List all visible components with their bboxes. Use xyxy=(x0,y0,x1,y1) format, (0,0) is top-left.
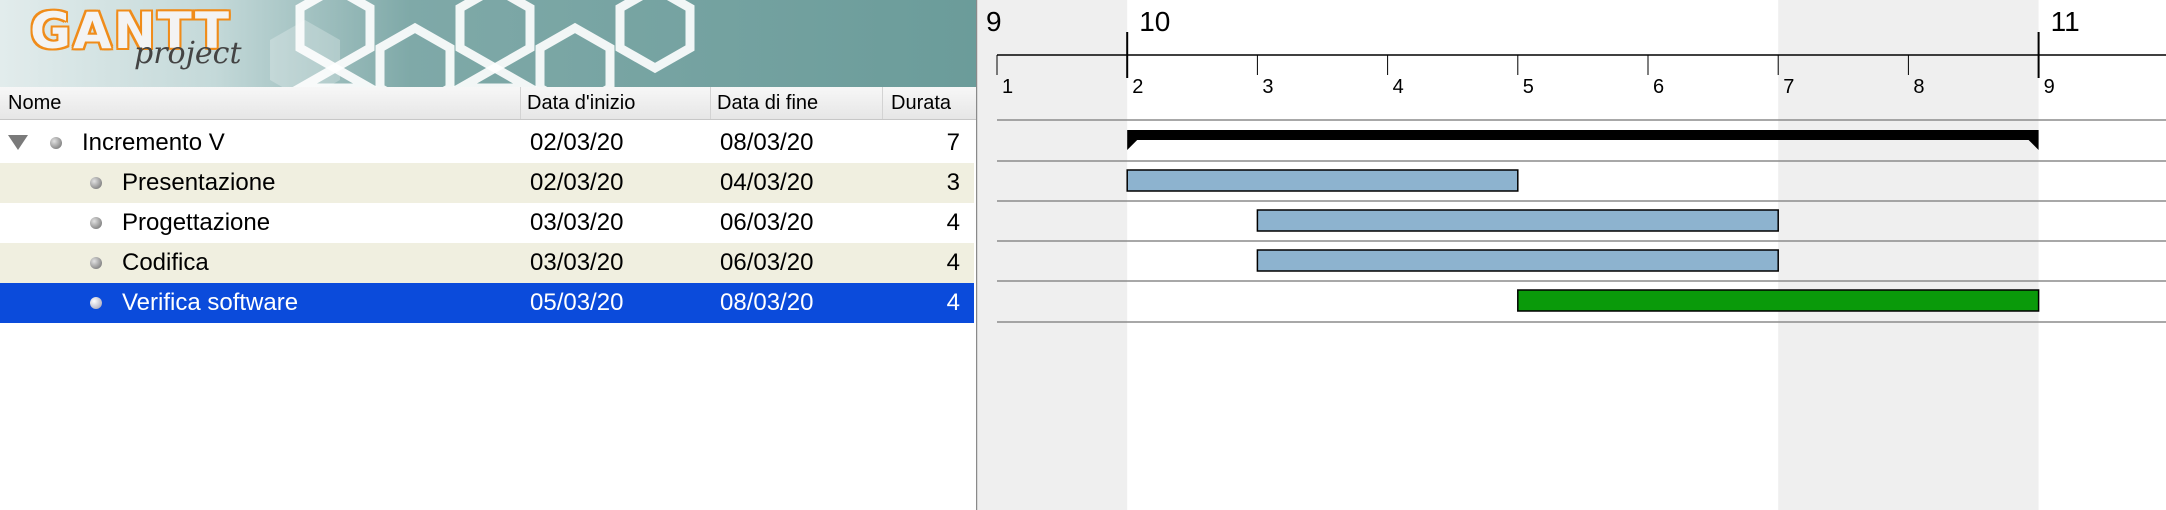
day-number-label: 6 xyxy=(1653,76,1664,98)
column-header-name[interactable]: Nome xyxy=(0,87,520,119)
task-name: Verifica software xyxy=(122,289,299,316)
task-name: Incremento V xyxy=(82,129,225,156)
task-bullet-icon xyxy=(90,217,102,229)
day-number-label: 9 xyxy=(2044,76,2055,98)
table-header: Nome Data d'inizio Data di fine Durata xyxy=(0,87,976,120)
task-start-date: 03/03/20 xyxy=(530,249,624,276)
task-name: Presentazione xyxy=(122,169,276,196)
task-end-date: 08/03/20 xyxy=(720,289,814,316)
task-duration: 4 xyxy=(946,249,960,276)
task-start-date: 02/03/20 xyxy=(530,129,624,156)
task-row[interactable]: Progettazione 03/03/20 06/03/20 4 xyxy=(0,203,974,243)
task-start-date: 02/03/20 xyxy=(530,169,624,196)
weekend-shade xyxy=(1778,0,2039,510)
day-number-label: 2 xyxy=(1132,76,1143,98)
task-table-panel: GANTT project Nome Data d'inizio Data di… xyxy=(0,0,976,510)
week-number-label: 10 xyxy=(1139,6,1170,37)
gantt-chart-canvas[interactable]: 9 10 111 2 3 4 5 6 7 8 9 xyxy=(978,0,2166,510)
task-bullet-icon xyxy=(50,137,62,149)
day-number-label: 1 xyxy=(1002,76,1013,98)
task-name: Codifica xyxy=(122,249,209,276)
column-header-duration[interactable]: Durata xyxy=(882,87,976,119)
task-duration: 3 xyxy=(946,169,960,196)
task-bullet-icon xyxy=(90,177,102,189)
collapse-triangle-icon[interactable] xyxy=(8,135,28,150)
weekend-shade xyxy=(978,0,1128,510)
task-row[interactable]: Codifica 03/03/20 06/03/20 4 xyxy=(0,243,974,283)
task-end-date: 04/03/20 xyxy=(720,169,814,196)
gantt-chart-panel[interactable]: 9 10 11 1 2 3 4 5 6 7 8 9 xyxy=(978,0,2166,510)
task-end-date: 08/03/20 xyxy=(720,129,814,156)
task-end-date: 06/03/20 xyxy=(720,209,814,236)
task-bar[interactable] xyxy=(1126,169,1519,192)
task-start-date: 03/03/20 xyxy=(530,209,624,236)
task-duration: 4 xyxy=(946,289,960,316)
task-bullet-icon xyxy=(90,297,102,309)
task-row[interactable]: Incremento V 02/03/20 08/03/20 7 xyxy=(0,123,974,163)
task-bullet-icon xyxy=(90,257,102,269)
day-number-label: 5 xyxy=(1523,76,1534,98)
task-bar-selected[interactable] xyxy=(1517,289,2040,312)
task-row[interactable]: Presentazione 02/03/20 04/03/20 3 xyxy=(0,163,974,203)
logo-project-text: project xyxy=(134,36,242,71)
column-header-start-date[interactable]: Data d'inizio xyxy=(520,87,710,119)
task-duration: 4 xyxy=(946,209,960,236)
day-number-label: 4 xyxy=(1393,76,1404,98)
task-row-selected[interactable]: Verifica software 05/03/20 08/03/20 4 xyxy=(0,283,974,323)
task-bar[interactable] xyxy=(1256,209,1779,232)
day-number-label: 3 xyxy=(1262,76,1273,98)
task-end-date: 06/03/20 xyxy=(720,249,814,276)
day-number-label: 8 xyxy=(1913,76,1924,98)
ganttproject-banner: GANTT project xyxy=(0,0,976,87)
task-name: Progettazione xyxy=(122,209,271,236)
day-number-label: 7 xyxy=(1783,76,1794,98)
task-start-date: 05/03/20 xyxy=(530,289,624,316)
summary-task-bar[interactable] xyxy=(1127,130,2039,140)
week-number-label: 9 xyxy=(986,6,1002,37)
week-number-label: 11 xyxy=(2051,6,2080,37)
column-header-end-date[interactable]: Data di fine xyxy=(710,87,882,119)
task-bar[interactable] xyxy=(1256,249,1779,272)
task-duration: 7 xyxy=(946,129,960,156)
